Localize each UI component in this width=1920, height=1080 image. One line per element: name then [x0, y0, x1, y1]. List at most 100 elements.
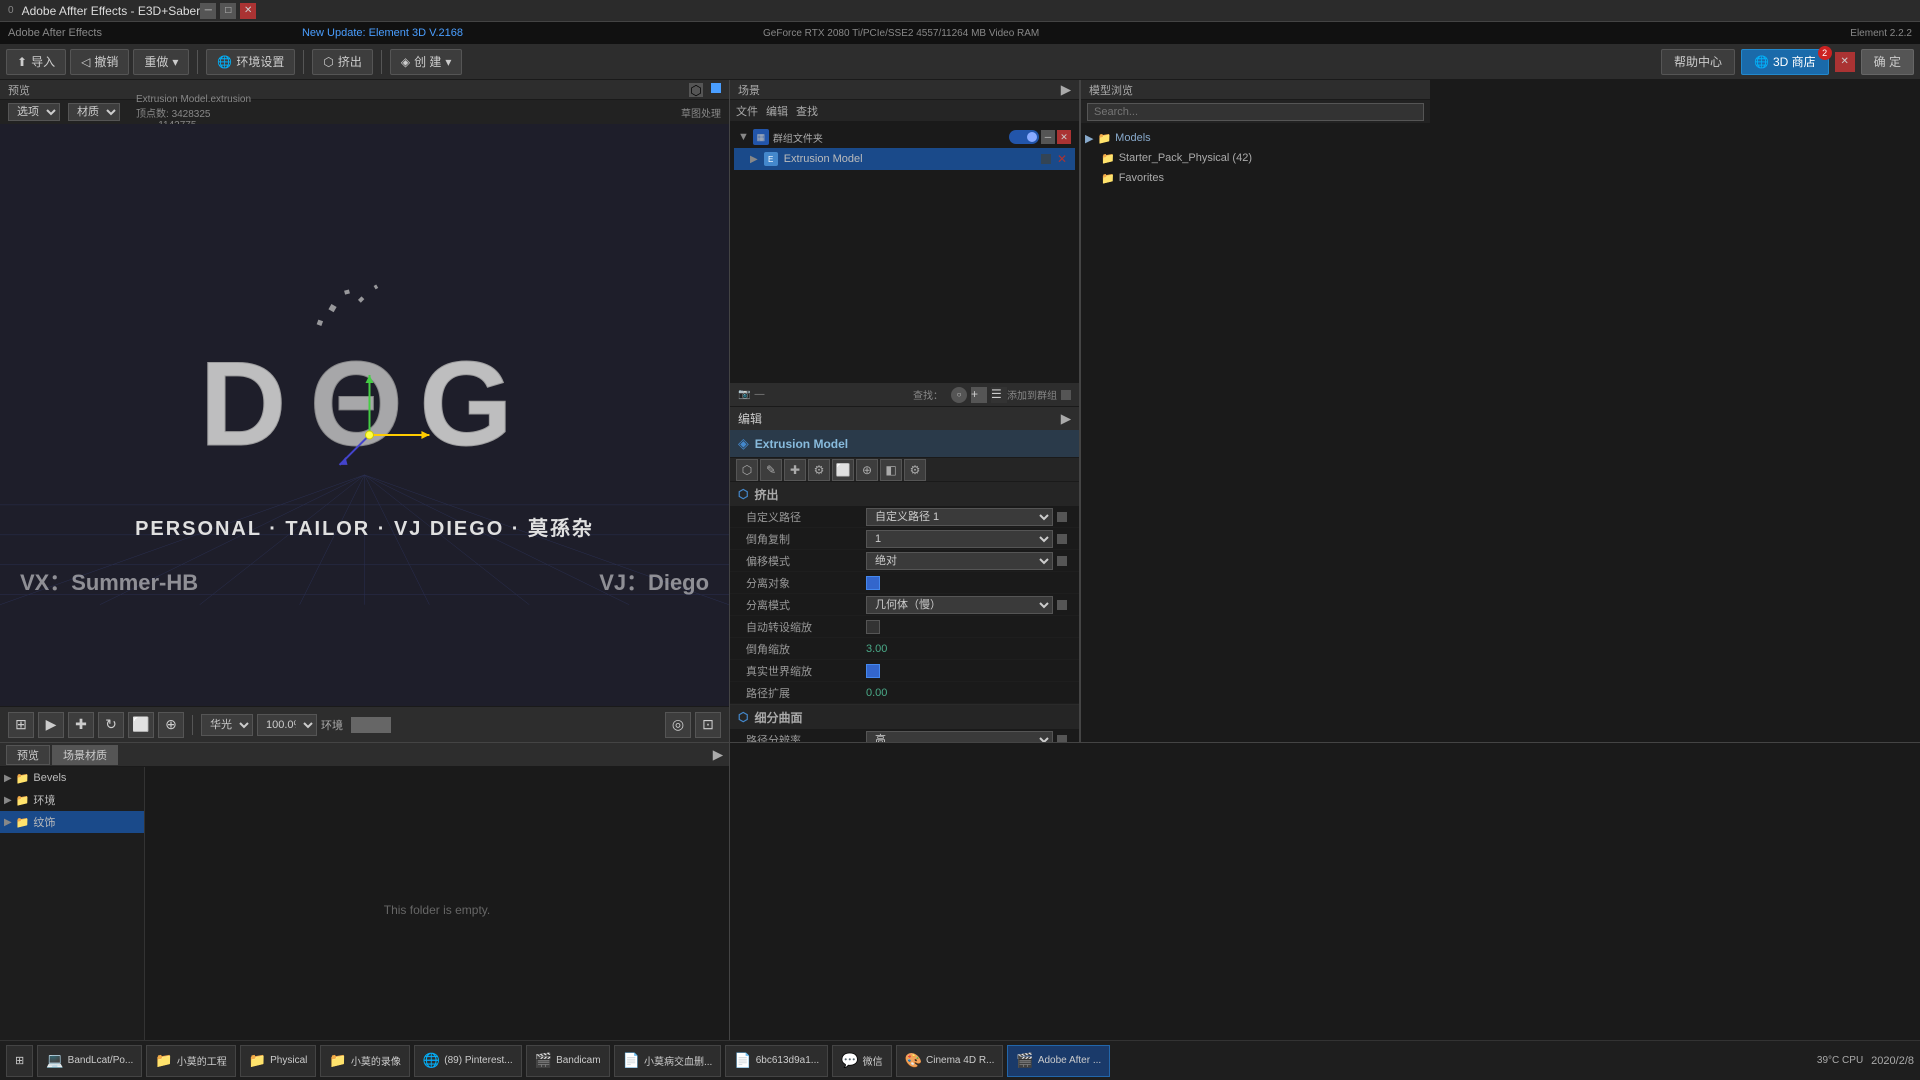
taskbar-label-physical: Physical: [270, 1055, 307, 1066]
extrude-button[interactable]: ⬡ 挤出: [312, 49, 373, 75]
bottom-expand-button[interactable]: ▶: [713, 747, 723, 763]
offset-mode-dropdown[interactable]: 绝对: [866, 552, 1053, 570]
viewport-tab-label[interactable]: 预览: [8, 82, 30, 98]
props-icon-btn-4[interactable]: ⚙: [808, 459, 830, 481]
models-item-starter[interactable]: 📁 Starter_Pack_Physical (42): [1085, 148, 1426, 168]
group-minimize-button[interactable]: ─: [1041, 130, 1055, 144]
edit-tab-label[interactable]: 编辑: [738, 410, 762, 427]
scene-menu-find[interactable]: 查找: [796, 103, 818, 119]
taskbar-item-5[interactable]: 🎬 Bandicam: [526, 1045, 610, 1077]
undo-icon: ◁: [81, 55, 90, 69]
taskbar-item-3[interactable]: 📁 小莫的录像: [320, 1045, 409, 1077]
element-version: Element 2.2.2: [1850, 28, 1912, 39]
auto-scale-checkbox[interactable]: [866, 620, 880, 634]
props-icon-btn-5[interactable]: ⬜: [832, 459, 854, 481]
taskbar-item-1[interactable]: 📁 小莫的工程: [146, 1045, 235, 1077]
taskbar-item-0[interactable]: 💻 BandLcat/Po...: [37, 1045, 142, 1077]
taskbar-item-7[interactable]: 📄 6bc613d9a1...: [725, 1045, 828, 1077]
zoom-dropdown[interactable]: 100.0%: [257, 714, 317, 736]
camera-button[interactable]: ◎: [665, 712, 691, 738]
minimize-button[interactable]: ─: [200, 3, 216, 19]
redo-button[interactable]: 重做 ▾: [133, 49, 189, 75]
edit-tab-expand[interactable]: ▶: [1061, 411, 1071, 427]
select-tool-button[interactable]: ⊞: [8, 712, 34, 738]
section-subdivide-header[interactable]: ⬡ 细分曲面: [730, 705, 1079, 729]
props-icon-btn-3[interactable]: ✚: [784, 459, 806, 481]
taskbar-icon-6: 📄: [623, 1052, 640, 1069]
viewport-3d[interactable]: D Θ G: [0, 124, 729, 706]
close-button[interactable]: ✕: [240, 3, 256, 19]
tree-item-bevels[interactable]: ▶ 📁 Bevels: [0, 767, 144, 789]
scale-tool-button[interactable]: ⬜: [128, 712, 154, 738]
scene-expand-button[interactable]: ▶: [1061, 82, 1071, 98]
props-icon-btn-2[interactable]: ✎: [760, 459, 782, 481]
separate-obj-checkbox[interactable]: [866, 576, 880, 590]
taskbar-item-6[interactable]: 📄 小莫病交血删...: [614, 1045, 722, 1077]
taskbar-item-ae[interactable]: 🎬 Adobe After ...: [1007, 1045, 1110, 1077]
separate-mode-dropdown[interactable]: 几何体（慢）: [866, 596, 1053, 614]
props-icon-btn-8[interactable]: ⚙: [904, 459, 926, 481]
scene-item-icon: E: [764, 152, 778, 166]
scene-menu-file[interactable]: 文件: [736, 103, 758, 119]
app-name: Adobe After Effects: [8, 27, 102, 39]
viewport-svg: D Θ G: [0, 124, 729, 706]
tree-item-environment[interactable]: ▶ 📁 环境: [0, 789, 144, 811]
custom-path-dropdown[interactable]: 自定义路径 1: [866, 508, 1053, 526]
transform-tool-button[interactable]: ⊕: [158, 712, 184, 738]
maximize-button[interactable]: □: [220, 3, 236, 19]
scene-add-button[interactable]: +: [971, 387, 987, 403]
snapshot-label[interactable]: 草图处理: [681, 105, 721, 120]
taskbar-start[interactable]: ⊞: [6, 1045, 33, 1077]
create-button[interactable]: ◈ 创 建 ▾: [390, 49, 463, 75]
props-icon-btn-6[interactable]: ⊕: [856, 459, 878, 481]
group-toggle[interactable]: [1009, 130, 1039, 144]
view-mode-dropdown[interactable]: 选项: [8, 103, 60, 121]
taskbar-item-physical[interactable]: 📁 Physical: [240, 1045, 317, 1077]
viewport-subheader: 选项 材质 Extrusion Model.extrusion 顶点数: 342…: [0, 100, 729, 124]
taskbar-item-4[interactable]: 🌐 (89) Pinterest...: [414, 1045, 522, 1077]
tree-item-arrow: ▶: [4, 773, 12, 784]
scene-menu-edit[interactable]: 编辑: [766, 103, 788, 119]
tab-preview[interactable]: 预览: [6, 745, 50, 765]
scene-options-button[interactable]: ☰: [991, 387, 1007, 403]
close-panel-button[interactable]: ✕: [1835, 52, 1855, 72]
update-notice[interactable]: New Update: Element 3D V.2168: [302, 27, 463, 39]
models-search-input[interactable]: [1087, 103, 1424, 121]
undo-button[interactable]: ◁ 撤销: [70, 49, 129, 75]
scene-item-close[interactable]: ✕: [1057, 152, 1067, 166]
scene-add-group-label[interactable]: 添加到群组: [1007, 387, 1057, 402]
add-tool-button[interactable]: ✚: [68, 712, 94, 738]
path-res-dropdown[interactable]: 高: [866, 731, 1053, 743]
toolbar-right: 帮助中心 🌐 3D 商店 2 ✕ 确 定: [1661, 49, 1914, 75]
help-button[interactable]: 帮助中心: [1661, 49, 1735, 75]
material-dropdown[interactable]: 材质: [68, 103, 120, 121]
bevel-copy-dropdown[interactable]: 1: [866, 530, 1053, 548]
props-icon-btn-7[interactable]: ◧: [880, 459, 902, 481]
group-close-button[interactable]: ✕: [1057, 130, 1071, 144]
fullscreen-button[interactable]: ⊡: [695, 712, 721, 738]
taskbar-icon-5: 🎬: [535, 1052, 552, 1069]
edit-tab-header: 编辑 ▶: [730, 406, 1079, 430]
viewport-expand-button[interactable]: ⬡: [689, 83, 703, 97]
props-icon-btn-1[interactable]: ⬡: [736, 459, 758, 481]
svg-text:G: G: [419, 338, 512, 471]
controls-dropdown[interactable]: 华光: [201, 714, 253, 736]
confirm-button[interactable]: 确 定: [1861, 49, 1914, 75]
rotate-tool-button[interactable]: ↻: [98, 712, 124, 738]
real-world-checkbox[interactable]: [866, 664, 880, 678]
taskbar-item-wechat[interactable]: 💬 微信: [832, 1045, 891, 1077]
move-tool-button[interactable]: ▶: [38, 712, 64, 738]
models-item-favorites[interactable]: 📁 Favorites: [1085, 168, 1426, 188]
env-settings-button[interactable]: 🌐 环境设置: [206, 49, 295, 75]
models-group-header[interactable]: ▶ 📁 Models: [1085, 128, 1426, 148]
section-extrude-header[interactable]: ⬡ 挤出: [730, 482, 1079, 506]
scene-group-header[interactable]: ▼ ▦ 群组文件夹 ─ ✕: [734, 126, 1075, 148]
taskbar-item-c4d[interactable]: 🎨 Cinema 4D R...: [896, 1045, 1004, 1077]
tree-item-tex-label: 纹饰: [33, 814, 55, 830]
tab-scene-material[interactable]: 场景材质: [52, 745, 118, 765]
tree-item-textures[interactable]: ▶ 📁 纹饰: [0, 811, 144, 833]
scene-item-extrusion[interactable]: ▶ E Extrusion Model ✕: [734, 148, 1075, 170]
shop-button[interactable]: 🌐 3D 商店 2: [1741, 49, 1829, 75]
props-section-subdivide: ⬡ 细分曲面 路径分辨率 高: [730, 705, 1079, 742]
import-button[interactable]: ⬆ 导入: [6, 49, 66, 75]
